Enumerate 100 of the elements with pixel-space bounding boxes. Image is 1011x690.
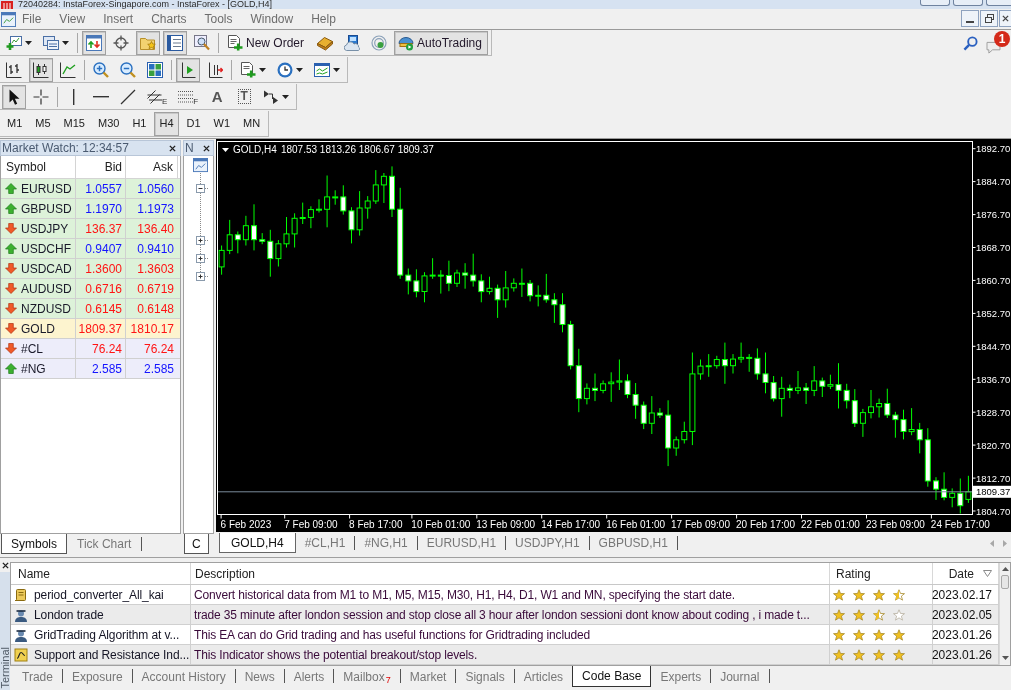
minimize-button[interactable] bbox=[961, 10, 979, 27]
terminal-tab[interactable]: Exposure bbox=[62, 666, 132, 687]
column-header[interactable]: Name bbox=[18, 564, 50, 583]
close-icon[interactable] bbox=[203, 144, 210, 152]
scrollbar[interactable] bbox=[999, 563, 1010, 665]
table-row[interactable]: Support and Resistance Ind... This Indicator shows the potential breakout/stop levels. 2023.01.26 bbox=[11, 645, 999, 665]
price-axis-label: 1892.70 bbox=[976, 143, 1011, 155]
menu-item[interactable]: Help bbox=[302, 9, 345, 29]
ask-price: 0.9410 bbox=[137, 240, 174, 258]
chart-tab[interactable]: EURUSD,H1 bbox=[417, 533, 506, 553]
terminal-tab[interactable]: Market bbox=[400, 666, 456, 687]
terminal-tab[interactable]: Articles bbox=[514, 666, 573, 687]
channel-button[interactable]: E bbox=[143, 84, 172, 109]
table-row[interactable]: GridTrading Algorithm at v... This EA can do Grid trading and has useful functions for Gridtrading included 2023.01.26 bbox=[11, 625, 999, 645]
star-icon bbox=[833, 628, 845, 641]
quote-row[interactable]: #CL 76.24 76.24 bbox=[1, 339, 180, 359]
star-icon bbox=[833, 648, 845, 661]
notification-badge: 1 bbox=[994, 31, 1010, 47]
close-icon[interactable] bbox=[1, 562, 9, 569]
timeframe-button[interactable]: H4 bbox=[154, 111, 179, 136]
column-header[interactable]: Date bbox=[948, 564, 974, 583]
quote-row[interactable]: #NG 2.585 2.585 bbox=[1, 359, 180, 379]
terminal-tab[interactable]: Experts bbox=[651, 666, 711, 687]
time-axis-label: 22 Feb 01:00 bbox=[800, 518, 860, 530]
plus-box-icon[interactable] bbox=[196, 235, 209, 245]
label-tool-button[interactable]: T bbox=[232, 84, 257, 109]
plus-box-icon[interactable] bbox=[196, 271, 209, 281]
terminal-tab[interactable]: Code Base bbox=[572, 666, 652, 687]
publish-date: 2023.01.26 bbox=[931, 646, 992, 664]
symbol-name: #NG bbox=[21, 360, 46, 378]
panel-tab[interactable]: C bbox=[184, 534, 209, 554]
timeframe-button[interactable]: M15 bbox=[58, 111, 90, 136]
autotrading-button[interactable]: AutoTrading bbox=[394, 30, 488, 55]
candlestick bbox=[592, 373, 598, 402]
sort-icon[interactable] bbox=[983, 570, 992, 577]
symbol-name: EURUSD bbox=[21, 180, 72, 198]
panel-tab[interactable]: Tick Chart bbox=[67, 534, 142, 554]
timeframe-button[interactable]: MN bbox=[238, 111, 266, 136]
timeframe-button[interactable]: M1 bbox=[2, 111, 28, 136]
scroll-thumb[interactable] bbox=[1001, 575, 1009, 589]
bid-price: 0.6716 bbox=[85, 280, 122, 298]
menu-item[interactable]: File bbox=[13, 9, 51, 29]
menu-item[interactable]: Window bbox=[241, 9, 303, 29]
terminal-tab[interactable]: News bbox=[235, 666, 284, 687]
terminal-tab[interactable]: Alerts bbox=[284, 666, 334, 687]
timeframe-button[interactable]: H1 bbox=[127, 111, 152, 136]
timeframe-button[interactable]: D1 bbox=[181, 111, 206, 136]
scroll-up-icon[interactable] bbox=[1001, 567, 1009, 571]
quote-row[interactable]: EURUSD 1.0557 1.0560 bbox=[1, 179, 180, 199]
terminal-tab[interactable]: Account History bbox=[132, 666, 235, 687]
quote-row[interactable]: GOLD 1809.37 1810.17 bbox=[1, 319, 180, 339]
star-icon bbox=[893, 648, 905, 661]
chart-tab[interactable]: USDJPY,H1 bbox=[506, 533, 589, 553]
column-header[interactable]: Symbol bbox=[1, 156, 76, 178]
new-order-button[interactable]: New Order bbox=[223, 30, 310, 55]
quote-row[interactable]: USDJPY 136.37 136.40 bbox=[1, 219, 180, 239]
triangle-icon[interactable] bbox=[222, 148, 229, 152]
menu-item[interactable]: Charts bbox=[142, 9, 196, 29]
quote-row[interactable]: NZDUSD 0.6145 0.6148 bbox=[1, 299, 180, 319]
chart-tab[interactable]: #CL,H1 bbox=[295, 533, 355, 553]
star-icon bbox=[833, 608, 845, 621]
fibonacci-button[interactable]: F bbox=[174, 84, 203, 109]
terminal-window-icon[interactable] bbox=[193, 158, 208, 173]
column-header[interactable]: Rating bbox=[836, 564, 871, 583]
close-icon[interactable] bbox=[169, 144, 176, 152]
ask-price: 2.585 bbox=[143, 360, 174, 378]
quote-row[interactable]: AUDUSD 0.6716 0.6719 bbox=[1, 279, 180, 299]
column-header[interactable]: Ask bbox=[126, 156, 178, 178]
close-button[interactable] bbox=[999, 10, 1011, 27]
text-tool-button[interactable]: A bbox=[205, 84, 230, 109]
menu-item[interactable]: Tools bbox=[195, 9, 242, 29]
candlestick bbox=[389, 165, 395, 218]
panel-tab[interactable]: Symbols bbox=[1, 534, 67, 554]
scroll-down-icon[interactable] bbox=[1001, 656, 1009, 660]
chart-tab[interactable]: GBPUSD,H1 bbox=[589, 533, 677, 553]
minus-box-icon[interactable] bbox=[196, 183, 209, 193]
table-row[interactable]: London trade trade 35 minute after london session and stop close all 3 hour after london sessioni dont know about coding , i made t... 2023.02.05 bbox=[11, 605, 999, 625]
quote-row[interactable]: USDCHF 0.9407 0.9410 bbox=[1, 239, 180, 259]
table-row[interactable]: period_converter_All_kai Convert historical data from M1 to M1, M5, M15, M30, H1, H4, D1, W1 and MN, specifying the start date. 2023.02.17 bbox=[11, 585, 999, 605]
column-header[interactable]: Bid bbox=[76, 156, 126, 178]
chart-tab[interactable]: #NG,H1 bbox=[355, 533, 417, 553]
plus-box-icon[interactable] bbox=[196, 253, 209, 263]
timeframe-button[interactable]: M30 bbox=[92, 111, 125, 136]
quote-row[interactable]: GBPUSD 1.1970 1.1973 bbox=[1, 199, 180, 219]
restore-button[interactable] bbox=[980, 10, 998, 27]
chart-tab[interactable]: GOLD,H4 bbox=[219, 533, 296, 553]
terminal-tab[interactable]: Signals bbox=[456, 666, 514, 687]
quote-row[interactable]: USDCAD 1.3600 1.3603 bbox=[1, 259, 180, 279]
half-star-icon bbox=[893, 588, 905, 601]
terminal-tab[interactable]: Trade bbox=[13, 666, 62, 687]
timeframe-button[interactable]: W1 bbox=[208, 111, 236, 136]
cursor-button[interactable] bbox=[2, 84, 26, 109]
menu-item[interactable]: View bbox=[50, 9, 95, 29]
symbol-name: NZDUSD bbox=[21, 300, 71, 318]
column-header[interactable]: Description bbox=[195, 564, 256, 583]
timeframe-button[interactable]: M5 bbox=[30, 111, 56, 136]
menu-item[interactable]: Insert bbox=[94, 9, 143, 29]
bid-price: 136.37 bbox=[85, 220, 122, 238]
search-icon[interactable] bbox=[963, 35, 978, 51]
terminal-tab[interactable]: Journal bbox=[711, 666, 769, 687]
